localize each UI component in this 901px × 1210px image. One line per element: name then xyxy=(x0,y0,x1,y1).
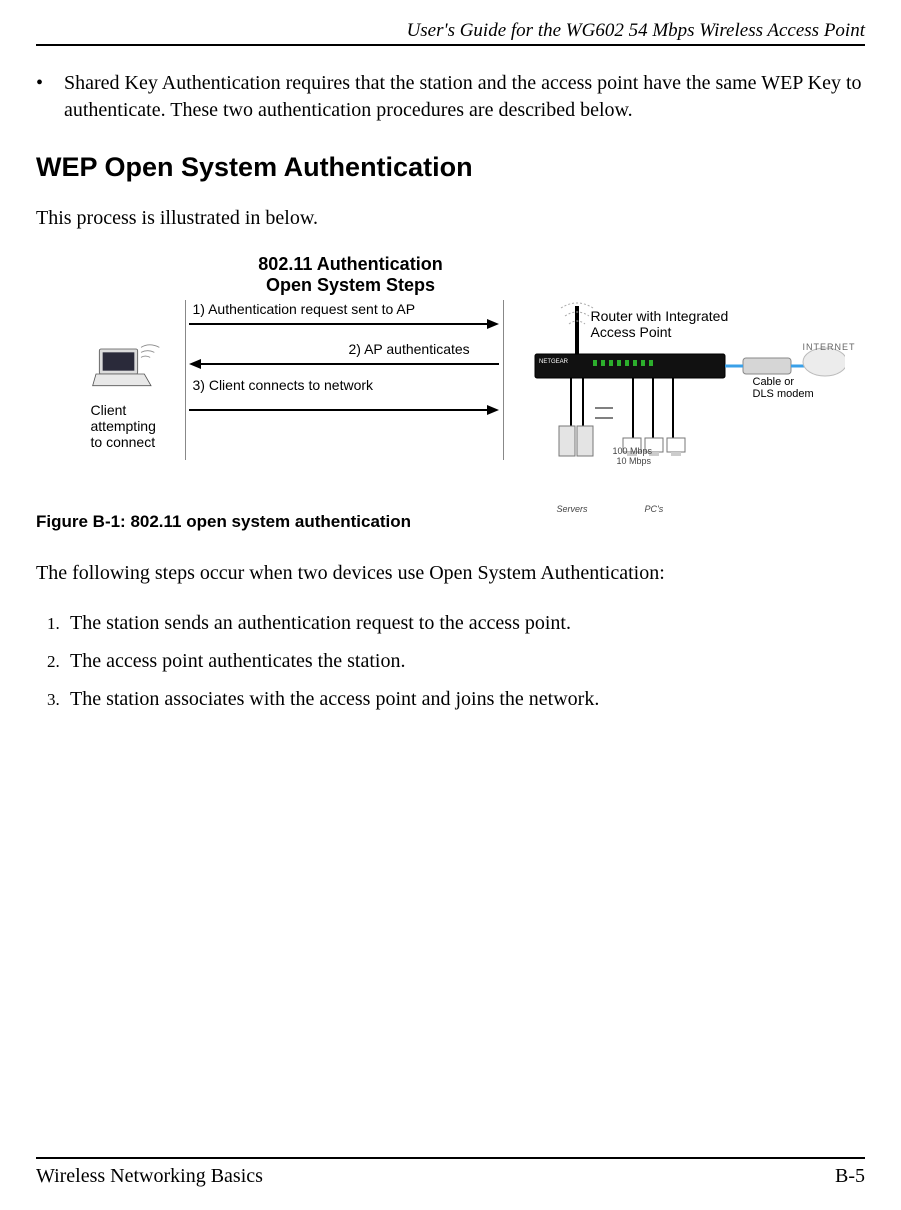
client-caption-line2: attempting xyxy=(91,418,156,434)
speed-label-100: 100 Mbps xyxy=(613,446,653,456)
client-caption-line3: to connect xyxy=(91,434,156,450)
arrow-step2 xyxy=(189,358,499,370)
footer-section-title: Wireless Networking Basics xyxy=(36,1165,263,1188)
figure-divider-left xyxy=(185,300,186,460)
pcs-label: PC's xyxy=(645,504,664,514)
internet-label: INTERNET xyxy=(803,342,856,352)
steps-list: The station sends an authentication requ… xyxy=(36,609,865,713)
laptop-icon xyxy=(91,344,161,394)
arrow-step3 xyxy=(189,404,499,416)
step2-label: 2) AP authenticates xyxy=(349,341,470,357)
router-caption: Router with Integrated Access Point xyxy=(591,308,729,340)
bullet-marker: • xyxy=(36,70,64,124)
netgear-label: NETGEAR xyxy=(539,359,569,365)
header-rule xyxy=(36,44,865,46)
servers-label: Servers xyxy=(557,504,588,514)
step-item: The access point authenticates the stati… xyxy=(64,647,865,675)
router-caption-line1: Router with Integrated xyxy=(591,308,729,324)
footer-rule xyxy=(36,1157,865,1159)
figure-caption: Figure B-1: 802.11 open system authentic… xyxy=(36,512,865,532)
section-intro: This process is illustrated in below. xyxy=(36,205,865,232)
speed-label-10: 10 Mbps xyxy=(617,456,652,466)
client-caption-line1: Client xyxy=(91,402,127,418)
figure-open-system-auth: 802.11 Authentication Open System Steps … xyxy=(41,254,861,494)
router-caption-line2: Access Point xyxy=(591,324,672,340)
page-footer: Wireless Networking Basics B-5 xyxy=(36,1157,865,1188)
bullet-text: Shared Key Authentication requires that … xyxy=(64,70,865,124)
arrow-step1 xyxy=(189,318,499,330)
section-heading: WEP Open System Authentication xyxy=(36,152,865,183)
modem-caption-line2: DLS modem xyxy=(753,388,814,400)
modem-caption-line1: Cable or xyxy=(753,376,795,388)
running-header: User's Guide for the WG602 54 Mbps Wirel… xyxy=(36,20,865,42)
step1-label: 1) Authentication request sent to AP xyxy=(193,301,416,317)
figure-divider-right xyxy=(503,300,504,460)
modem-caption: Cable or DLS modem xyxy=(753,376,814,400)
figure-title-line2: Open System Steps xyxy=(266,275,435,295)
page: User's Guide for the WG602 54 Mbps Wirel… xyxy=(0,0,901,713)
bullet-item: • Shared Key Authentication requires tha… xyxy=(36,70,865,124)
client-caption: Client attempting to connect xyxy=(91,402,156,450)
step-item: The station sends an authentication requ… xyxy=(64,609,865,637)
steps-lead-in: The following steps occur when two devic… xyxy=(36,560,865,587)
figure-title: 802.11 Authentication Open System Steps xyxy=(211,254,491,295)
figure-title-line1: 802.11 Authentication xyxy=(258,254,442,274)
step-item: The station associates with the access p… xyxy=(64,685,865,713)
footer-page-number: B-5 xyxy=(835,1165,865,1188)
step3-label: 3) Client connects to network xyxy=(193,377,374,393)
router-area: Router with Integrated Access Point NETG… xyxy=(515,300,845,480)
